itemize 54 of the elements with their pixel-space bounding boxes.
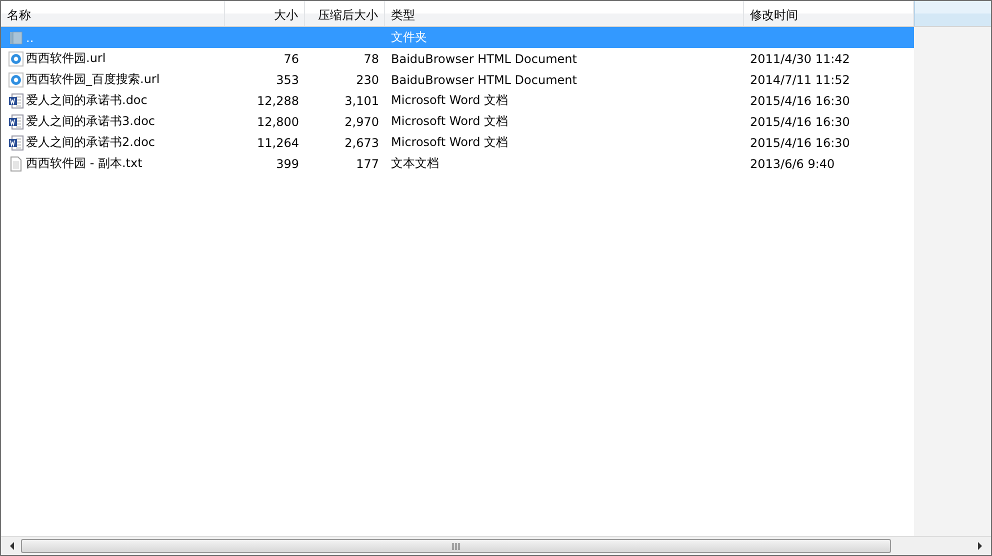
- file-type: Microsoft Word 文档: [391, 92, 508, 109]
- file-type: BaiduBrowser HTML Document: [391, 72, 577, 86]
- compressed-size: 2,673: [344, 136, 379, 150]
- file-size: 353: [276, 72, 299, 86]
- file-name: 爱人之间的承诺书3.doc: [26, 113, 156, 130]
- file-type: BaiduBrowser HTML Document: [391, 52, 577, 66]
- file-size: 11,264: [257, 136, 299, 150]
- horizontal-scrollbar[interactable]: [1, 536, 991, 555]
- document-icon: [8, 92, 24, 108]
- compressed-size: 3,101: [344, 94, 379, 108]
- file-row[interactable]: 爱人之间的承诺书3.doc 12,800 2,970 Microsoft Word 文档 2015/4/16 16:30: [1, 111, 914, 132]
- modified-time: 2015/4/16 16:30: [750, 136, 850, 150]
- file-name: 爱人之间的承诺书2.doc: [26, 134, 156, 151]
- file-type: 文本文档: [391, 155, 439, 172]
- file-size: 12,288: [257, 94, 299, 108]
- file-row[interactable]: 爱人之间的承诺书2.doc 11,264 2,673 Microsoft Word 文档 2015/4/16 16:30: [1, 132, 914, 153]
- scroll-right-icon[interactable]: [977, 542, 983, 550]
- file-size: 76: [284, 52, 299, 66]
- column-header[interactable]: 压缩后大小: [305, 1, 385, 26]
- document-icon: [8, 114, 24, 130]
- file-row[interactable]: 西西软件园.url 76 78 BaiduBrowser HTML Document 2011/4/30 11:42: [1, 48, 914, 69]
- file-row[interactable]: 西西软件园_百度搜索.url 353 230 BaiduBrowser HTML Document 2014/7/11 11:52: [1, 69, 914, 90]
- modified-time: 2015/4/16 16:30: [750, 94, 850, 108]
- file-name: ..: [26, 30, 34, 44]
- scroll-thumb[interactable]: [21, 539, 891, 553]
- modified-time: 2014/7/11 11:52: [750, 72, 850, 86]
- modified-time: 2015/4/16 16:30: [750, 114, 850, 128]
- document-icon: [8, 134, 24, 150]
- compressed-size: 177: [356, 156, 379, 170]
- file-row[interactable]: 西西软件园 - 副本.txt 399 177 文本文档 2013/6/6 9:40: [1, 153, 914, 174]
- file-type: Microsoft Word 文档: [391, 134, 508, 151]
- file-type: Microsoft Word 文档: [391, 113, 508, 130]
- compressed-size: 2,970: [344, 114, 379, 128]
- compressed-size: 78: [364, 52, 379, 66]
- file-size: 399: [276, 156, 299, 170]
- text-file-icon: [8, 156, 24, 172]
- modified-time: 2013/6/6 9:40: [750, 156, 835, 170]
- file-type: 文件夹: [391, 29, 427, 46]
- folder-icon: [8, 30, 24, 46]
- file-name: 爱人之间的承诺书.doc: [26, 92, 148, 109]
- browser-icon: [8, 72, 24, 88]
- file-size: 12,800: [257, 114, 299, 128]
- grip-icon: [452, 542, 460, 550]
- scroll-left-icon[interactable]: [9, 542, 15, 550]
- column-header[interactable]: 类型: [385, 1, 744, 26]
- column-header[interactable]: 大小: [225, 1, 305, 26]
- file-row[interactable]: 爱人之间的承诺书.doc 12,288 3,101 Microsoft Word 文档 2015/4/16 16:30: [1, 90, 914, 111]
- file-name: 西西软件园 - 副本.txt: [26, 155, 142, 172]
- compressed-size: 230: [356, 72, 379, 86]
- modified-time: 2011/4/30 11:42: [750, 52, 850, 66]
- column-header[interactable]: 名称: [1, 1, 225, 26]
- file-name: 西西软件园_百度搜索.url: [26, 71, 160, 88]
- file-name: 西西软件园.url: [26, 50, 106, 67]
- browser-icon: [8, 50, 24, 66]
